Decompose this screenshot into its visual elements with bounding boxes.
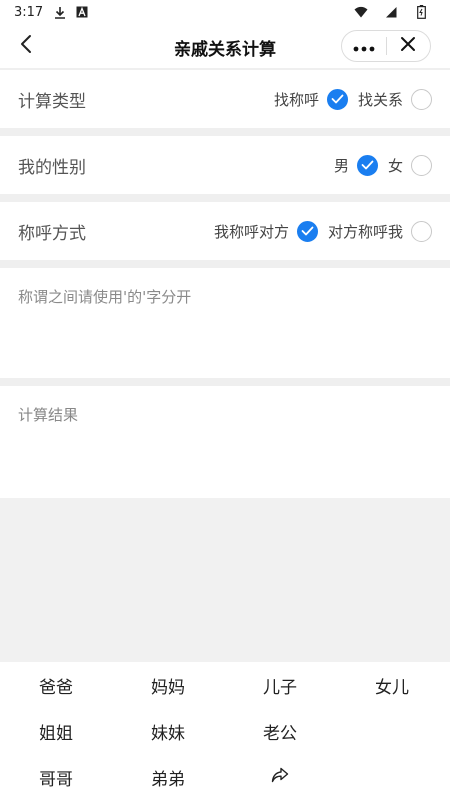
a-icon <box>75 5 89 19</box>
key-younger-brother[interactable]: 弟弟 <box>112 754 224 800</box>
calc-type-label: 计算类型 <box>18 91 86 112</box>
calc-type-options: 找称呼 找关系 <box>273 88 432 110</box>
key-blank[interactable] <box>336 754 448 800</box>
calc-type-row: 计算类型 找称呼 找关系 <box>0 70 450 128</box>
key-blank[interactable] <box>336 708 448 754</box>
share-arrow-icon <box>271 767 289 788</box>
download-icon <box>53 5 67 19</box>
nav-bar: 亲戚关系计算 <box>0 24 450 68</box>
option-find-relation[interactable]: 找关系 <box>357 88 432 110</box>
battery-icon <box>414 5 428 19</box>
option-label: 女 <box>387 156 403 175</box>
option-find-title[interactable]: 找称呼 <box>273 88 348 110</box>
key-father[interactable]: 爸爸 <box>0 662 112 708</box>
back-button[interactable] <box>10 30 42 62</box>
option-label: 男 <box>333 156 349 175</box>
status-bar: 3:17 <box>0 0 450 24</box>
close-icon <box>400 36 416 56</box>
address-mode-options: 我称呼对方 对方称呼我 <box>213 220 432 242</box>
signal-icon <box>384 5 398 19</box>
relation-keyboard: 爸爸 妈妈 儿子 女儿 姐姐 妹妹 老公 哥哥 弟弟 <box>0 662 450 800</box>
key-daughter[interactable]: 女儿 <box>336 662 448 708</box>
key-son[interactable]: 儿子 <box>224 662 336 708</box>
radio-checked-icon[interactable] <box>356 154 378 176</box>
option-label: 找关系 <box>357 90 403 109</box>
option-female[interactable]: 女 <box>387 154 432 176</box>
blank-area <box>0 498 450 662</box>
radio-checked-icon[interactable] <box>296 220 318 242</box>
radio-unchecked-icon[interactable] <box>411 88 432 110</box>
radio-unchecked-icon[interactable] <box>411 154 432 176</box>
relation-input[interactable] <box>18 286 432 356</box>
status-time: 3:17 <box>14 4 44 20</box>
separator <box>0 128 450 136</box>
separator <box>0 260 450 268</box>
key-mother[interactable]: 妈妈 <box>112 662 224 708</box>
chevron-left-icon <box>20 34 32 58</box>
wifi-icon <box>354 5 368 19</box>
gender-label: 我的性别 <box>18 157 86 178</box>
key-husband[interactable]: 老公 <box>224 708 336 754</box>
radio-checked-icon[interactable] <box>326 88 348 110</box>
option-they-call-me[interactable]: 对方称呼我 <box>327 220 432 242</box>
option-label: 我称呼对方 <box>213 222 289 241</box>
more-dots-icon <box>353 37 375 56</box>
key-older-brother[interactable]: 哥哥 <box>0 754 112 800</box>
separator <box>0 194 450 202</box>
gender-row: 我的性别 男 女 <box>0 136 450 194</box>
option-label: 找称呼 <box>273 90 319 109</box>
address-mode-label: 称呼方式 <box>18 223 86 244</box>
result-area: 计算结果 <box>0 386 450 498</box>
option-male[interactable]: 男 <box>333 154 378 176</box>
close-button[interactable] <box>387 31 431 61</box>
gender-options: 男 女 <box>333 154 432 176</box>
result-label: 计算结果 <box>18 406 79 424</box>
more-button[interactable] <box>342 31 386 61</box>
key-younger-sister[interactable]: 妹妹 <box>112 708 224 754</box>
mini-program-capsule <box>341 30 431 62</box>
key-share[interactable] <box>224 754 336 800</box>
relation-input-area <box>0 268 450 378</box>
address-mode-row: 称呼方式 我称呼对方 对方称呼我 <box>0 202 450 260</box>
radio-unchecked-icon[interactable] <box>411 220 432 242</box>
key-older-sister[interactable]: 姐姐 <box>0 708 112 754</box>
separator <box>0 378 450 386</box>
option-label: 对方称呼我 <box>327 222 403 241</box>
option-i-call-them[interactable]: 我称呼对方 <box>213 220 318 242</box>
